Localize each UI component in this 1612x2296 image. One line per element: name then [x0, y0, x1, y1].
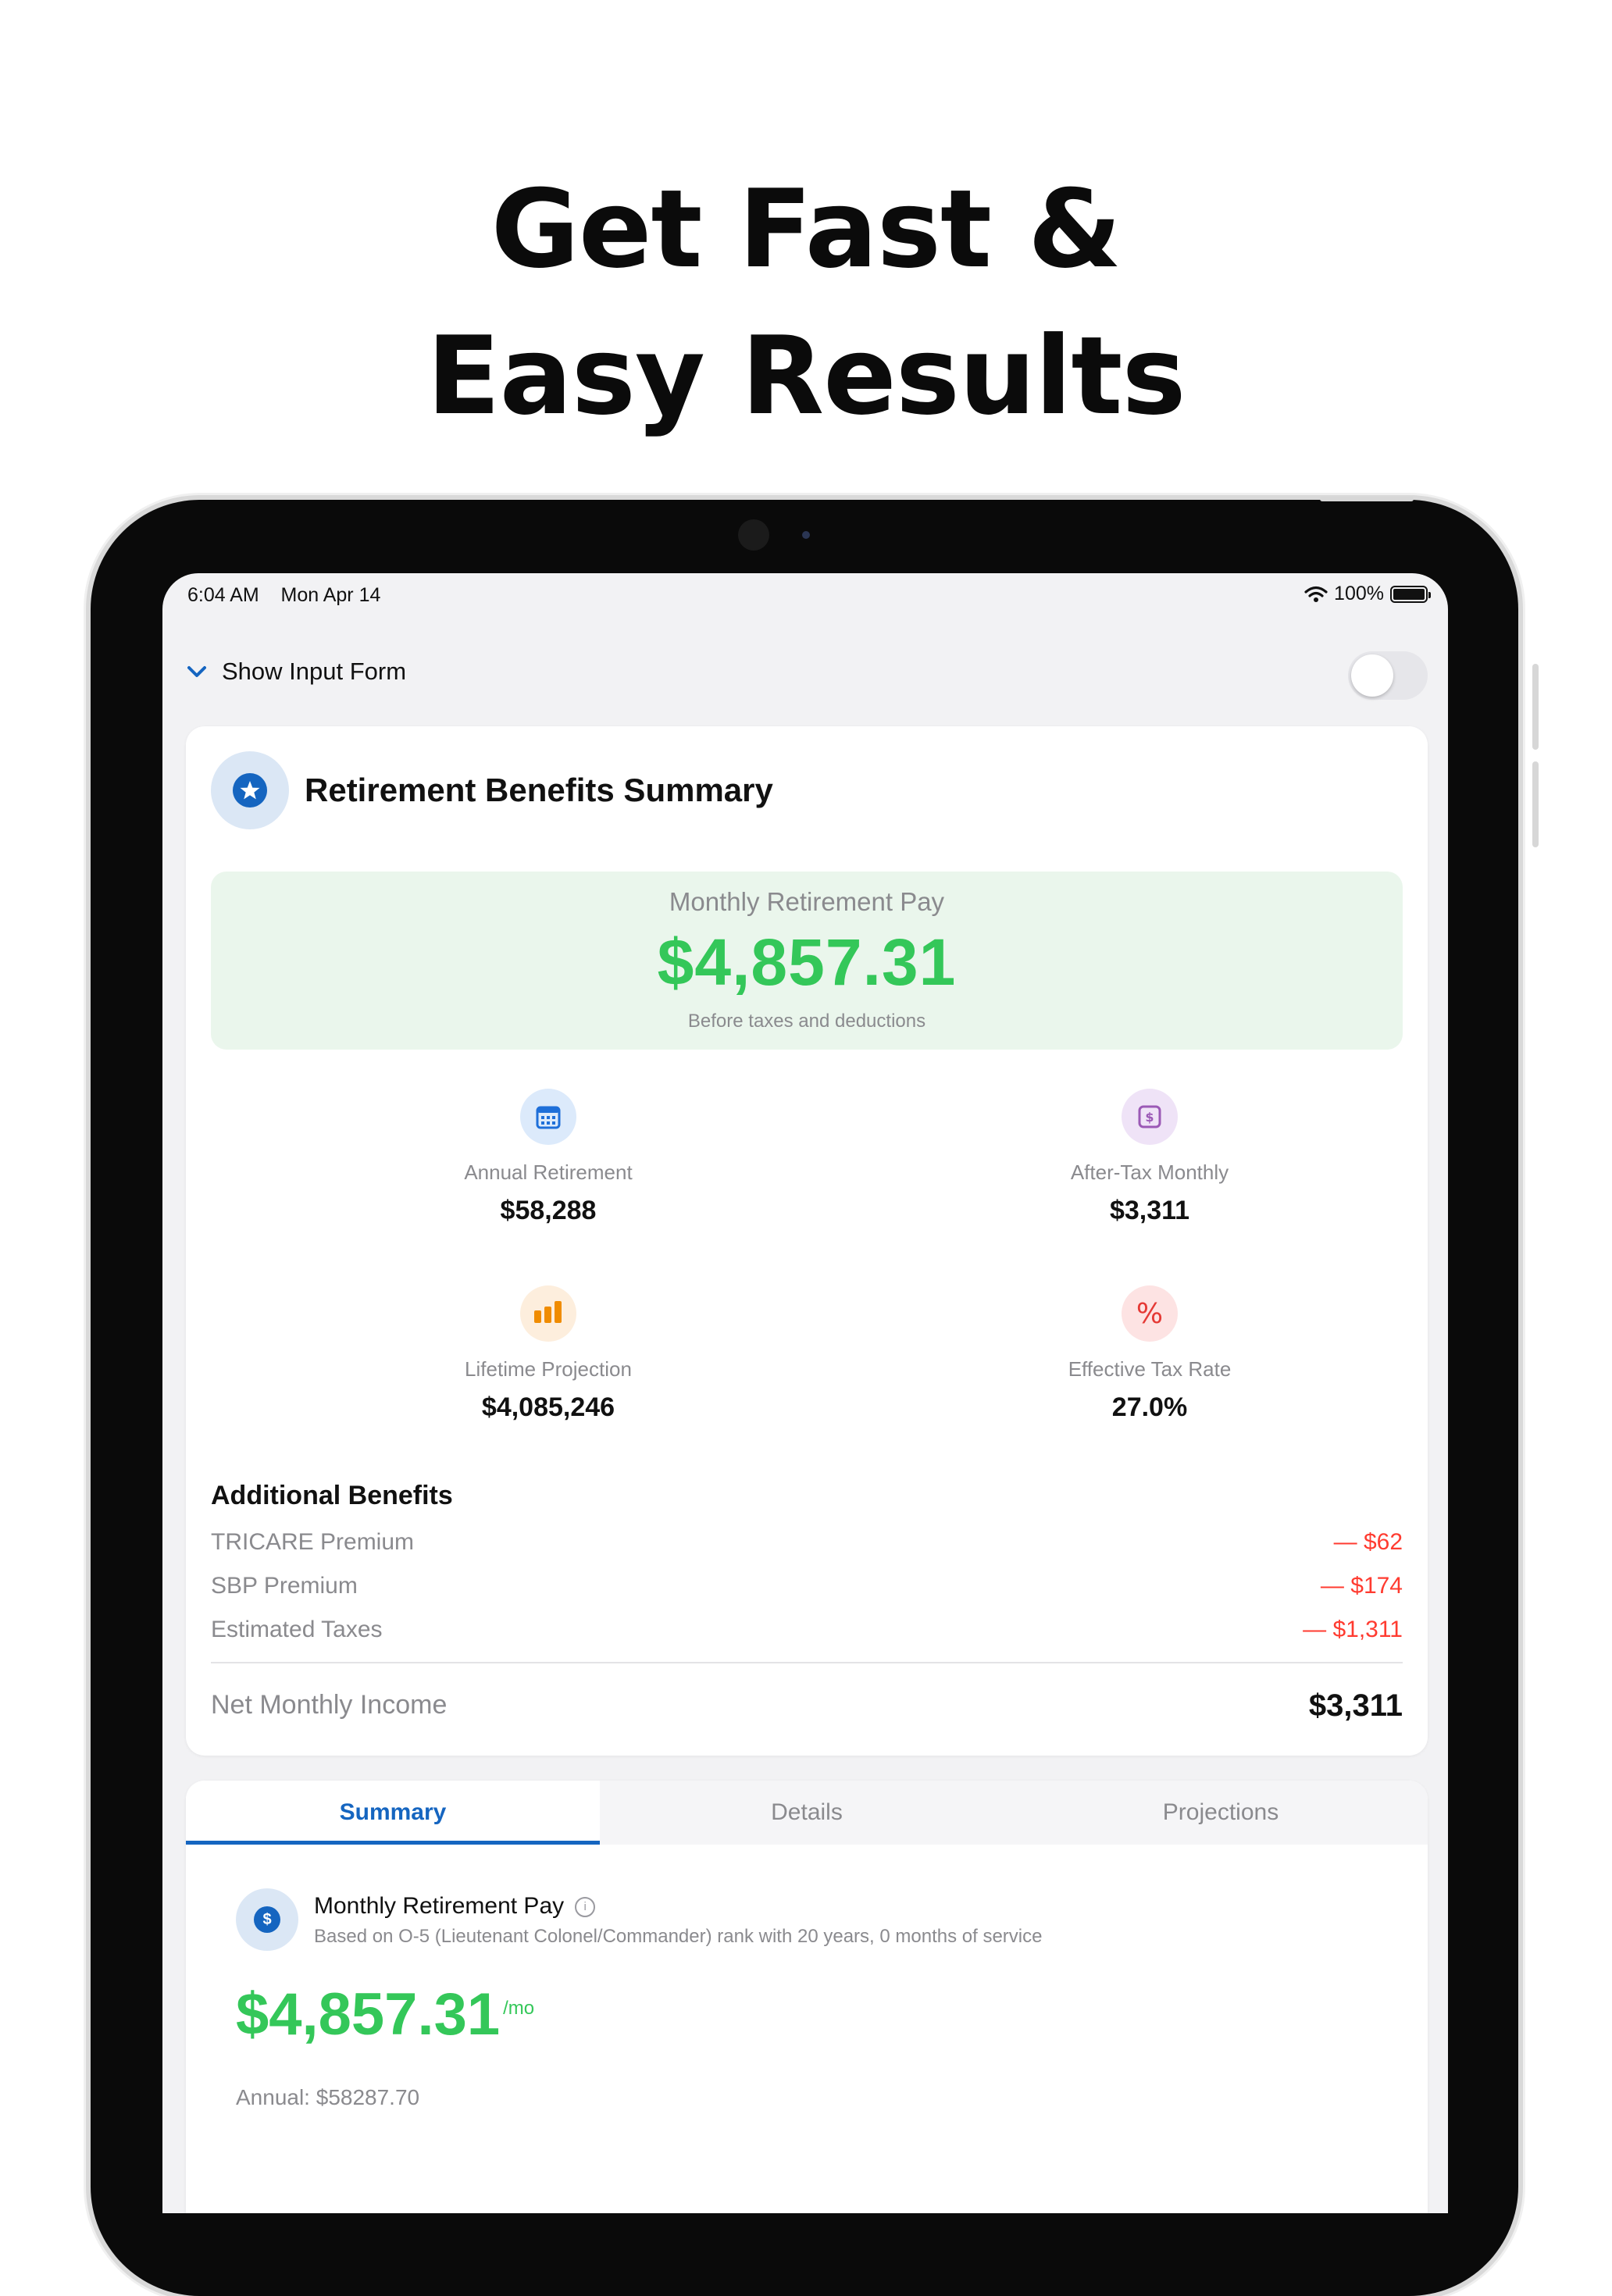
stat-annual-retirement: Annual Retirement $58,288 [353, 1089, 744, 1226]
input-form-row[interactable]: Show Input Form [162, 640, 1448, 706]
tab-bar: Summary Details Projections [186, 1781, 1428, 1845]
bar-chart-icon [520, 1285, 576, 1342]
status-time: 6:04 AM [187, 584, 259, 606]
battery-icon [1390, 585, 1431, 603]
pay-badge: $ [236, 1888, 298, 1951]
hero-label: Monthly Retirement Pay [669, 887, 945, 916]
status-bar-left: 6:04 AM Mon Apr 14 [187, 584, 380, 607]
stat-value: $4,085,246 [481, 1392, 615, 1422]
wifi-icon [1304, 586, 1328, 602]
card-title: Retirement Benefits Summary [305, 772, 773, 808]
stat-value: $3,311 [1109, 1196, 1190, 1225]
benefit-label: TRICARE Premium [211, 1529, 415, 1555]
hero-subtitle: Before taxes and deductions [687, 1011, 926, 1032]
hero-value: $4,857.31 [657, 925, 957, 999]
benefit-amount: — $174 [1320, 1573, 1403, 1599]
additional-benefits-title: Additional Benefits [211, 1481, 453, 1510]
pay-title: Monthly Retirement Pay [314, 1893, 565, 1919]
dollar-icon: $ [1122, 1089, 1178, 1145]
tab-details[interactable]: Details [600, 1781, 1014, 1845]
input-form-toggle[interactable] [1348, 651, 1428, 700]
status-date: Mon Apr 14 [280, 584, 381, 606]
pay-value-row: $4,857.31/mo [236, 1980, 534, 2048]
info-icon[interactable]: i [575, 1897, 596, 1918]
tab-projections[interactable]: Projections [1014, 1781, 1428, 1845]
stat-lifetime-projection: Lifetime Projection $4,085,246 [353, 1285, 744, 1423]
headline: Get Fast & Easy Results [0, 156, 1612, 450]
star-icon [233, 773, 267, 808]
front-camera [738, 519, 769, 551]
stat-effective-tax-rate: % Effective Tax Rate 27.0% [954, 1285, 1345, 1423]
camera-sensor [802, 531, 810, 539]
calendar-icon [520, 1089, 576, 1145]
dollar-circle-icon: $ [254, 1906, 280, 1933]
stat-label: Annual Retirement [464, 1160, 633, 1184]
toggle-knob [1351, 654, 1393, 697]
net-monthly-income-row: Net Monthly Income $3,311 [211, 1688, 1403, 1723]
svg-text:%: % [1136, 1298, 1163, 1330]
details-card: Summary Details Projections $ Monthly Re… [186, 1781, 1428, 2213]
headline-line-1: Get Fast & [490, 166, 1122, 292]
pay-value: $4,857.31 [236, 1981, 501, 2048]
benefit-label: SBP Premium [211, 1573, 358, 1599]
stat-value: $58,288 [500, 1196, 597, 1225]
pay-subtitle: Based on O-5 (Lieutenant Colonel/Command… [314, 1926, 1043, 1947]
chevron-down-icon[interactable] [186, 656, 208, 687]
svg-text:$: $ [1145, 1110, 1154, 1125]
net-divider [211, 1662, 1403, 1663]
benefit-label: Estimated Taxes [211, 1617, 383, 1642]
benefit-row-tricare: TRICARE Premium — $62 [211, 1529, 1403, 1563]
app-screen: 6:04 AM Mon Apr 14 100% Show Input Form … [162, 573, 1448, 2213]
pay-annual: Annual: $58287.70 [236, 2085, 420, 2109]
tab-summary[interactable]: Summary [186, 1781, 600, 1845]
benefit-row-taxes: Estimated Taxes — $1,311 [211, 1617, 1403, 1651]
per-month-unit: /mo [503, 1997, 535, 2019]
headline-line-2: Easy Results [426, 313, 1186, 439]
stat-label: After-Tax Monthly [1070, 1160, 1229, 1184]
stat-label: Effective Tax Rate [1068, 1357, 1232, 1381]
side-button-top [1532, 664, 1539, 750]
top-button [1320, 497, 1414, 501]
battery-percent: 100% [1334, 583, 1384, 604]
benefit-row-sbp: SBP Premium — $174 [211, 1573, 1403, 1607]
retirement-summary-card: Retirement Benefits Summary Monthly Reti… [186, 726, 1428, 1756]
stat-label: Lifetime Projection [465, 1357, 632, 1381]
benefit-amount: — $62 [1333, 1529, 1403, 1555]
pay-title-row: Monthly Retirement Pay i [314, 1893, 596, 1920]
percent-icon: % [1122, 1285, 1178, 1342]
net-value: $3,311 [1308, 1688, 1403, 1723]
stat-value: 27.0% [1111, 1392, 1188, 1422]
summary-badge [211, 751, 289, 829]
benefit-amount: — $1,311 [1303, 1617, 1403, 1642]
side-button-bottom [1532, 761, 1539, 847]
stat-after-tax-monthly: $ After-Tax Monthly $3,311 [954, 1089, 1345, 1226]
net-label: Net Monthly Income [211, 1690, 448, 1720]
monthly-pay-hero: Monthly Retirement Pay $4,857.31 Before … [211, 872, 1403, 1050]
show-input-form-label[interactable]: Show Input Form [222, 658, 406, 686]
status-bar-right: 100% [1304, 583, 1431, 605]
